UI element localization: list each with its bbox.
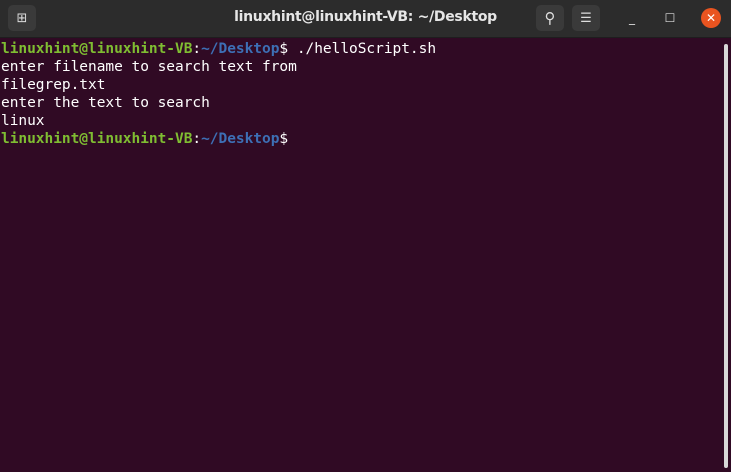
- colon: :: [192, 131, 202, 147]
- current-path: ~/Desktop: [201, 41, 280, 57]
- title-bar: ⊞ linuxhint@linuxhint-VB: ~/Desktop ⚲ ☰ …: [0, 0, 731, 38]
- colon: :: [192, 41, 202, 57]
- maximize-icon: ☐: [664, 11, 676, 25]
- output-line: enter the text to search: [1, 95, 210, 111]
- search-icon: ⚲: [544, 9, 556, 27]
- minimize-icon: _: [629, 11, 635, 25]
- prompt-symbol: $: [279, 131, 289, 147]
- current-path: ~/Desktop: [201, 131, 280, 147]
- command: ./helloScript.sh: [288, 41, 437, 57]
- maximize-button[interactable]: ☐: [660, 8, 680, 28]
- prompt-line: linuxhint@linuxhint-VB:~/Desktop$: [1, 130, 436, 148]
- minimize-button[interactable]: _: [622, 8, 642, 28]
- search-button[interactable]: ⚲: [536, 5, 564, 31]
- user-host: linuxhint@linuxhint-VB: [1, 131, 193, 147]
- terminal-output[interactable]: linuxhint@linuxhint-VB:~/Desktop$ ./hell…: [1, 40, 436, 148]
- close-icon: ✕: [705, 11, 717, 25]
- close-button[interactable]: ✕: [701, 8, 721, 28]
- hamburger-menu-icon: ☰: [580, 10, 592, 26]
- prompt-line: linuxhint@linuxhint-VB:~/Desktop$ ./hell…: [1, 40, 436, 58]
- output-line: enter filename to search text from: [1, 59, 297, 75]
- user-host: linuxhint@linuxhint-VB: [1, 41, 193, 57]
- output-line: filegrep.txt: [1, 77, 106, 93]
- output-line: linux: [1, 113, 45, 129]
- menu-button[interactable]: ☰: [572, 5, 600, 31]
- scrollbar[interactable]: [724, 44, 728, 468]
- prompt-symbol: $: [279, 41, 289, 57]
